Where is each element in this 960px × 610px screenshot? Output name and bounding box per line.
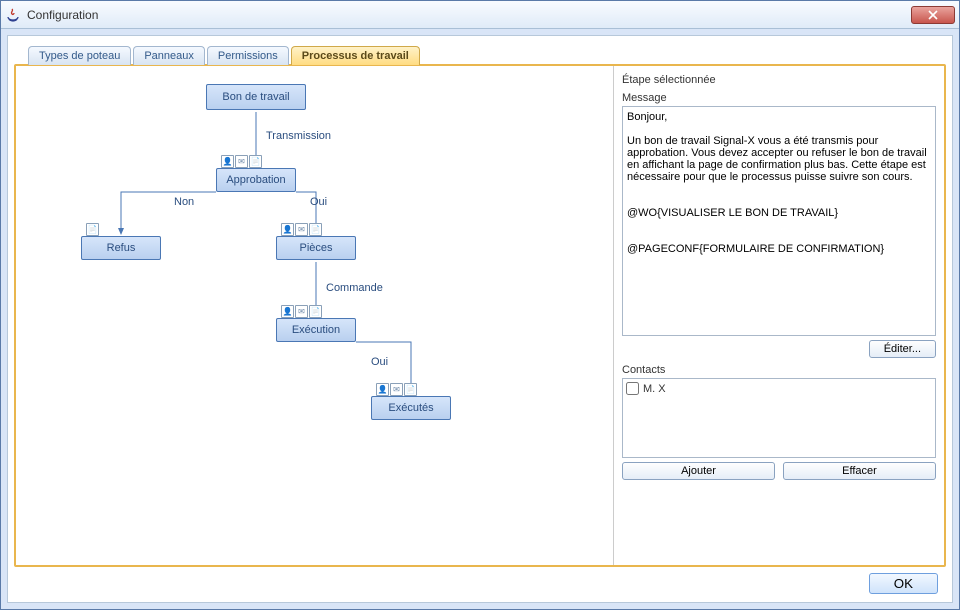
tab-permissions[interactable]: Permissions [207, 46, 289, 65]
workflow-diagram[interactable]: Bon de travail Transmission 👤 ✉ 📄 Approb… [16, 66, 614, 565]
ok-button[interactable]: OK [869, 573, 938, 594]
mail-icon: ✉ [295, 223, 308, 236]
titlebar: Configuration [1, 1, 959, 29]
node-label: Approbation [226, 174, 285, 186]
side-panel: Étape sélectionnée Message Éditer... Con… [614, 66, 944, 565]
contact-checkbox[interactable] [626, 382, 639, 395]
doc-icon: 📄 [309, 305, 322, 318]
doc-icon: 📄 [309, 223, 322, 236]
node-parts[interactable]: 👤 ✉ 📄 Pièces [276, 236, 356, 260]
selected-step-title: Étape sélectionnée [622, 74, 936, 86]
contacts-list[interactable]: M. X [622, 378, 936, 458]
node-execution[interactable]: 👤 ✉ 📄 Exécution [276, 318, 356, 342]
edge-label-order: Commande [326, 282, 383, 294]
user-icon: 👤 [221, 155, 234, 168]
mail-icon: ✉ [295, 305, 308, 318]
message-label: Message [622, 92, 936, 104]
edit-button[interactable]: Éditer... [869, 340, 936, 358]
node-label: Pièces [299, 242, 332, 254]
contacts-label: Contacts [622, 364, 936, 376]
java-icon [5, 7, 21, 23]
tab-types-de-poteau[interactable]: Types de poteau [28, 46, 131, 65]
node-label: Bon de travail [222, 91, 289, 103]
user-icon: 👤 [376, 383, 389, 396]
doc-icon: 📄 [86, 223, 99, 236]
tab-processus-de-travail[interactable]: Processus de travail [291, 46, 420, 65]
contact-name: M. X [643, 383, 666, 395]
mail-icon: ✉ [235, 155, 248, 168]
close-button[interactable] [911, 6, 955, 24]
user-icon: 👤 [281, 305, 294, 318]
edge-label-transmission: Transmission [266, 130, 331, 142]
node-approval[interactable]: 👤 ✉ 📄 Approbation [216, 168, 296, 192]
add-contact-button[interactable]: Ajouter [622, 462, 775, 480]
tabs-row: Types de poteau Panneaux Permissions Pro… [14, 42, 946, 64]
node-executed[interactable]: 👤 ✉ 📄 Exécutés [371, 396, 451, 420]
content-area: Types de poteau Panneaux Permissions Pro… [7, 35, 953, 603]
edge-label-yes2: Oui [371, 356, 388, 368]
message-textarea[interactable] [622, 106, 936, 336]
doc-icon: 📄 [249, 155, 262, 168]
mail-icon: ✉ [390, 383, 403, 396]
user-icon: 👤 [281, 223, 294, 236]
doc-icon: 📄 [404, 383, 417, 396]
node-label: Exécutés [388, 402, 433, 414]
tab-panneaux[interactable]: Panneaux [133, 46, 205, 65]
contact-item[interactable]: M. X [626, 382, 932, 395]
configuration-window: Configuration Types de poteau Panneaux P… [0, 0, 960, 610]
edge-label-no: Non [174, 196, 194, 208]
clear-contact-button[interactable]: Effacer [783, 462, 936, 480]
node-label: Exécution [292, 324, 340, 336]
window-title: Configuration [27, 8, 911, 22]
tab-body: Bon de travail Transmission 👤 ✉ 📄 Approb… [14, 64, 946, 567]
node-refusal[interactable]: 📄 Refus [81, 236, 161, 260]
edge-label-yes: Oui [310, 196, 327, 208]
dialog-footer: OK [14, 567, 946, 596]
node-work-order[interactable]: Bon de travail [206, 84, 306, 110]
node-label: Refus [107, 242, 136, 254]
